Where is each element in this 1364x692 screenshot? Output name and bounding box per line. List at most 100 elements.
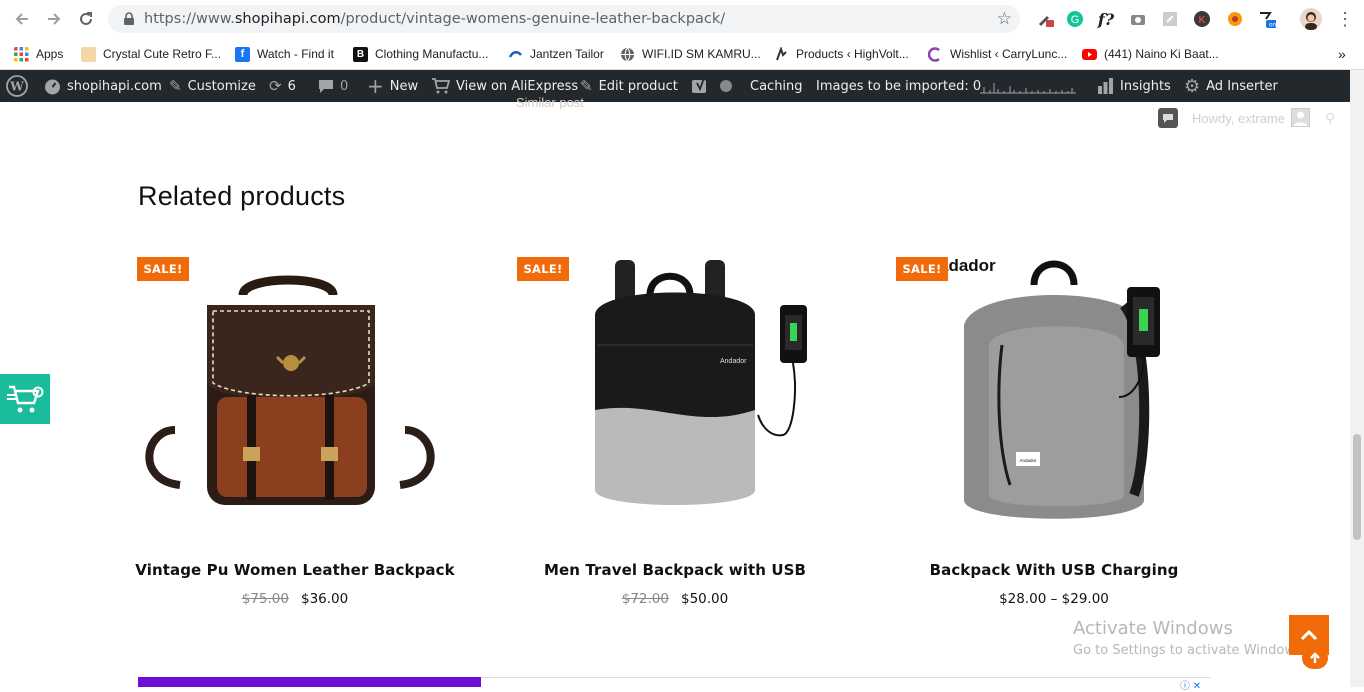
adminbar-site[interactable]: shopihapi.com xyxy=(44,70,162,102)
similar-post-text: Similar post xyxy=(516,95,584,110)
activate-line2: Go to Settings to activate Windows. xyxy=(1073,643,1306,658)
adminbar-ad-inserter-label: Ad Inserter xyxy=(1206,78,1278,94)
product-name[interactable]: Vintage Pu Women Leather Backpack xyxy=(135,561,455,579)
adminbar-comments[interactable]: 0 xyxy=(318,70,348,102)
bookmark-wishlist[interactable]: Wishlist ‹ CarryLunc... xyxy=(928,38,1067,70)
grammarly-icon[interactable]: G xyxy=(1066,10,1084,28)
jantzen-icon xyxy=(508,50,522,58)
bookmark-apps[interactable]: Apps xyxy=(14,38,63,70)
browser-menu-icon[interactable]: ⋮ xyxy=(1336,9,1354,29)
bookmark-label: Jantzen Tailor xyxy=(530,47,604,61)
globe-icon xyxy=(621,47,634,61)
floating-cart-widget[interactable] xyxy=(0,374,50,424)
bookmark-facebook[interactable]: f Watch - Find it xyxy=(235,38,334,70)
bookmark-label: (441) Naino Ki Baat... xyxy=(1104,47,1219,61)
product-name[interactable]: Backpack With USB Charging xyxy=(894,561,1214,579)
adminbar-caching-label: Caching xyxy=(750,78,803,94)
adminbar-insights-label: Insights xyxy=(1120,78,1171,94)
product-image[interactable]: adador Andador xyxy=(894,245,1214,545)
adminbar-edit-product[interactable]: ✎ Edit product xyxy=(580,70,678,102)
handshake-icon xyxy=(81,46,96,62)
adminbar-aliexpress-label: View on AliExpress xyxy=(456,78,579,94)
carrylunch-icon xyxy=(928,46,940,62)
bar-chart-icon xyxy=(1098,78,1113,94)
camera-icon[interactable] xyxy=(1129,10,1147,28)
product-image[interactable] xyxy=(135,245,455,545)
user-avatar-icon[interactable] xyxy=(1291,108,1310,127)
svg-text:G: G xyxy=(1071,14,1080,26)
sale-badge: SALE! xyxy=(137,257,189,281)
chevron-up-icon xyxy=(1300,629,1318,641)
page-content: Similar post Howdy, extrame ⚲ Related pr… xyxy=(0,95,1350,687)
bookmark-star-icon[interactable]: ☆ xyxy=(997,9,1012,29)
page-scrollbar[interactable] xyxy=(1350,70,1364,687)
bookmarks-more-button[interactable]: » xyxy=(1338,38,1346,70)
adminbar-ad-inserter[interactable]: ⚙ Ad Inserter xyxy=(1184,70,1278,102)
adminbar-updates[interactable]: ⟳ 6 xyxy=(269,70,296,102)
hv-icon xyxy=(776,46,787,60)
price-range: $28.00 – $29.00 xyxy=(999,591,1109,607)
pin-extension-icon[interactable] xyxy=(1161,10,1179,28)
bookmark-products[interactable]: Products ‹ HighVolt... xyxy=(774,38,909,70)
adminbar-insights[interactable]: Insights xyxy=(1097,70,1171,102)
forward-icon[interactable] xyxy=(42,7,66,31)
updates-icon: ⟳ xyxy=(269,77,282,95)
bookmark-wifi[interactable]: WIFI.ID SM KAMRU... xyxy=(620,38,761,70)
apps-grid-icon xyxy=(14,46,29,61)
scrollbar-thumb[interactable] xyxy=(1353,434,1361,540)
honey-extension-icon[interactable] xyxy=(1226,10,1244,28)
yoast-seo-icon[interactable] xyxy=(691,70,709,102)
wordpress-logo-icon[interactable]: W xyxy=(6,70,28,102)
bookmark-label: Products ‹ HighVolt... xyxy=(796,47,909,61)
bookmark-label: Watch - Find it xyxy=(257,47,334,61)
paintbrush-icon: ✎ xyxy=(169,77,182,95)
url-host: shopihapi.com xyxy=(234,11,341,27)
adminbar-caching[interactable]: Caching xyxy=(750,70,803,102)
reload-icon[interactable] xyxy=(74,7,98,31)
address-bar[interactable]: https://www. shopihapi.com/product/vintag… xyxy=(108,5,1020,33)
sale-price: $36.00 xyxy=(301,591,349,607)
toggle-on-extension-icon[interactable]: on xyxy=(1258,10,1276,29)
howdy-text[interactable]: Howdy, extrame xyxy=(1192,111,1285,126)
bookmark-label: Clothing Manufactu... xyxy=(375,47,489,61)
scroll-up-arrow-icon[interactable] xyxy=(1302,647,1328,669)
shopping-cart-gear-icon xyxy=(7,385,44,413)
svg-text:W: W xyxy=(9,80,24,94)
bookmark-youtube[interactable]: (441) Naino Ki Baat... xyxy=(1082,38,1219,70)
related-products-heading: Related products xyxy=(138,181,346,211)
product-price: $72.00 $50.00 xyxy=(515,591,835,607)
adminbar-customize[interactable]: ✎ Customize xyxy=(169,70,256,102)
k-extension-icon[interactable]: K xyxy=(1193,10,1211,28)
chat-bubble-icon[interactable] xyxy=(1158,108,1178,128)
old-price: $72.00 xyxy=(621,591,669,607)
cart-icon xyxy=(432,78,450,94)
url-path: /product/vintage-womens-genuine-leather-… xyxy=(340,11,726,27)
adchoices-icon[interactable]: ⓘ ✕ xyxy=(1180,677,1201,692)
product-image[interactable]: Andador xyxy=(515,245,835,545)
plus-icon: + xyxy=(367,74,384,98)
adminbar-new[interactable]: + New xyxy=(367,70,418,102)
sale-badge: SALE! xyxy=(517,257,569,281)
profile-avatar[interactable] xyxy=(1300,8,1322,30)
font-finder-icon[interactable]: f? xyxy=(1097,10,1115,29)
product-name[interactable]: Men Travel Backpack with USB xyxy=(515,561,835,579)
bookmark-jantzen[interactable]: Jantzen Tailor xyxy=(508,38,604,70)
windows-activation-watermark: Activate Windows Go to Settings to activ… xyxy=(1073,618,1306,658)
adminbar-images-import[interactable]: Images to be imported: 0 xyxy=(816,70,981,102)
lock-icon xyxy=(124,12,134,25)
ad-banner[interactable] xyxy=(138,677,481,687)
b-logo-icon: B xyxy=(353,46,368,62)
eyedropper-extension-icon[interactable] xyxy=(1037,10,1055,28)
bookmark-crystal[interactable]: Crystal Cute Retro F... xyxy=(81,38,221,70)
bookmarks-bar: Apps Crystal Cute Retro F... f Watch - F… xyxy=(0,38,1364,70)
adminbar-customize-label: Customize xyxy=(187,78,256,94)
sale-badge: SALE! xyxy=(896,257,948,281)
comment-icon xyxy=(319,79,333,93)
bookmark-label: WIFI.ID SM KAMRU... xyxy=(642,47,761,61)
traffic-sparkline-icon[interactable] xyxy=(980,70,1076,102)
bookmark-clothing[interactable]: B Clothing Manufactu... xyxy=(353,38,488,70)
patch-label: Andador xyxy=(1019,458,1037,463)
back-icon[interactable] xyxy=(10,7,34,31)
bookmark-label: Apps xyxy=(36,47,64,61)
search-icon[interactable]: ⚲ xyxy=(1325,110,1335,127)
